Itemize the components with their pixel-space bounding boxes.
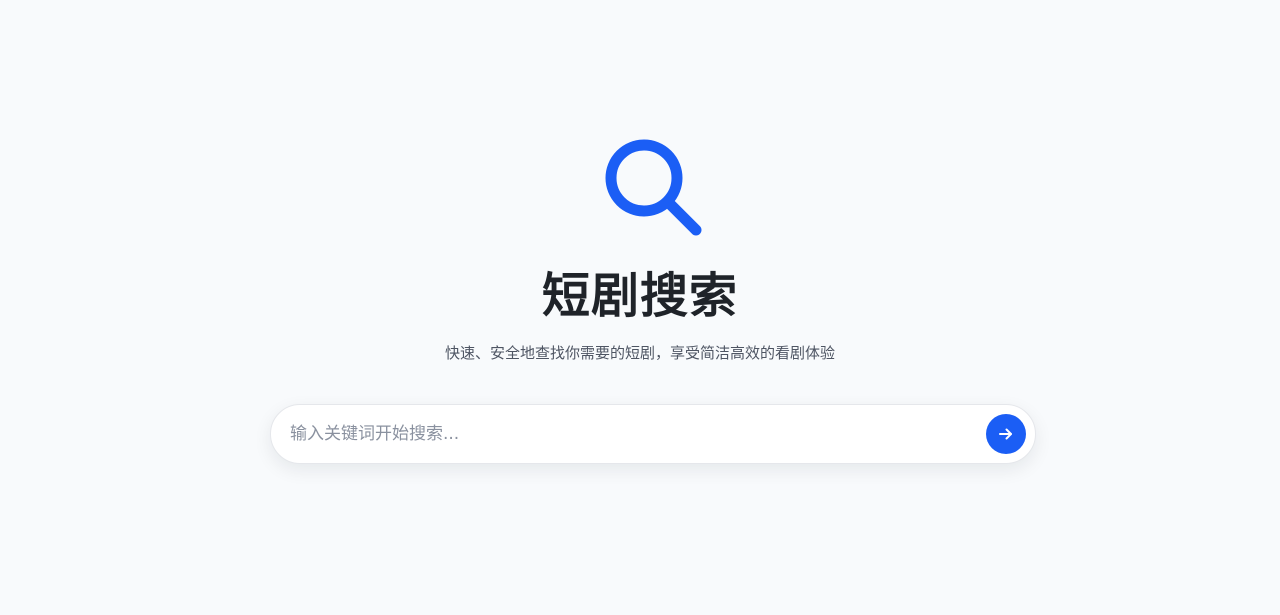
- search-bar: [270, 404, 1036, 464]
- search-input[interactable]: [290, 405, 970, 463]
- arrow-right-icon: [999, 428, 1012, 440]
- page-title: 短剧搜索: [541, 268, 738, 324]
- search-icon: [605, 139, 702, 236]
- page-subtitle: 快速、安全地查找你需要的短剧，享受简洁高效的看剧体验: [444, 344, 835, 362]
- search-submit-button[interactable]: [986, 414, 1026, 454]
- search-page: 短剧搜索 快速、安全地查找你需要的短剧，享受简洁高效的看剧体验: [0, 0, 1280, 615]
